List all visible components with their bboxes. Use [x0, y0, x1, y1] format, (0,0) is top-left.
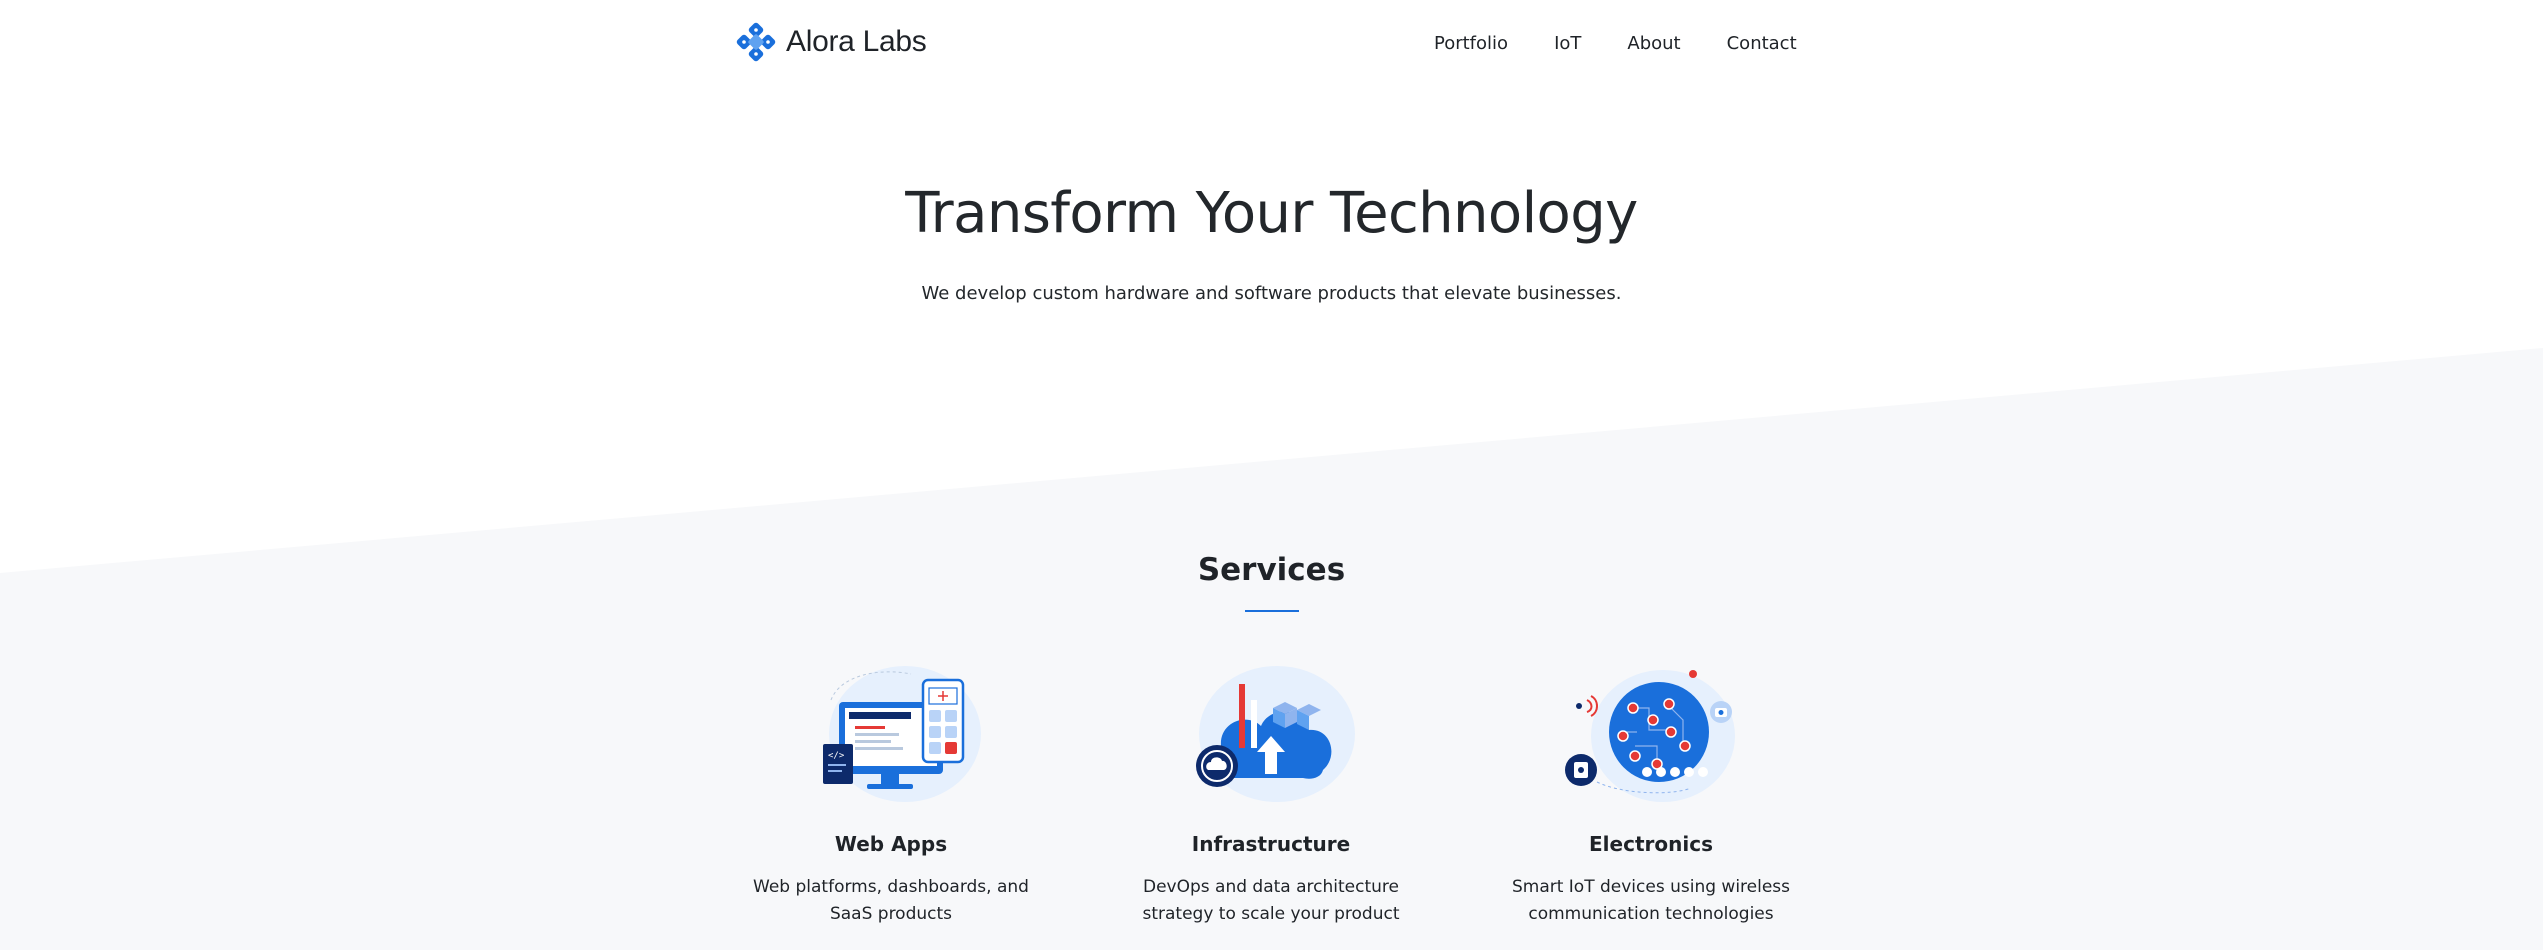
- services-cards: </> Web Apps Web platforms, dashboards, …: [0, 660, 2543, 950]
- nav-link-about[interactable]: About: [1627, 28, 1680, 60]
- brand-name: Alora Labs: [786, 25, 927, 58]
- hero-section: Transform Your Technology We develop cus…: [0, 170, 2543, 308]
- service-card-web-apps: </> Web Apps Web platforms, dashboards, …: [741, 660, 1041, 928]
- hero-subtitle: We develop custom hardware and software …: [921, 283, 1622, 304]
- nav-links: Portfolio IoT About Contact: [1434, 28, 1797, 60]
- services-section: Services: [0, 548, 2543, 612]
- services-title-underline: [1244, 610, 1299, 612]
- nav-link-portfolio[interactable]: Portfolio: [1434, 28, 1508, 60]
- logo-icon: [736, 22, 776, 62]
- service-card-description: Web platforms, dashboards, and SaaS prod…: [753, 877, 1029, 924]
- service-card-electronics: Electronics Smart IoT devices using wire…: [1501, 660, 1801, 928]
- services-title: Services: [1197, 552, 1346, 588]
- brand[interactable]: Alora Labs: [736, 20, 927, 64]
- service-card-description: DevOps and data architecture strategy to…: [1142, 877, 1400, 924]
- nav-link-iot[interactable]: IoT: [1554, 28, 1581, 60]
- svg-text:</>: </>: [828, 751, 845, 761]
- electronics-illustration-icon: [1565, 670, 1735, 802]
- service-card-title: Web Apps: [834, 832, 948, 856]
- infrastructure-illustration-icon: [1196, 666, 1355, 802]
- service-card-title: Electronics: [1589, 832, 1713, 856]
- top-navigation: Alora Labs Portfolio IoT About Contact: [0, 0, 2543, 90]
- service-card-infrastructure: Infrastructure DevOps and data architect…: [1121, 660, 1421, 928]
- web-apps-illustration-icon: </>: [823, 666, 981, 802]
- nav-link-contact[interactable]: Contact: [1727, 28, 1797, 60]
- service-card-title: Infrastructure: [1191, 832, 1351, 856]
- hero-title: Transform Your Technology: [905, 181, 1638, 246]
- service-card-description: Smart IoT devices using wireless communi…: [1511, 877, 1791, 924]
